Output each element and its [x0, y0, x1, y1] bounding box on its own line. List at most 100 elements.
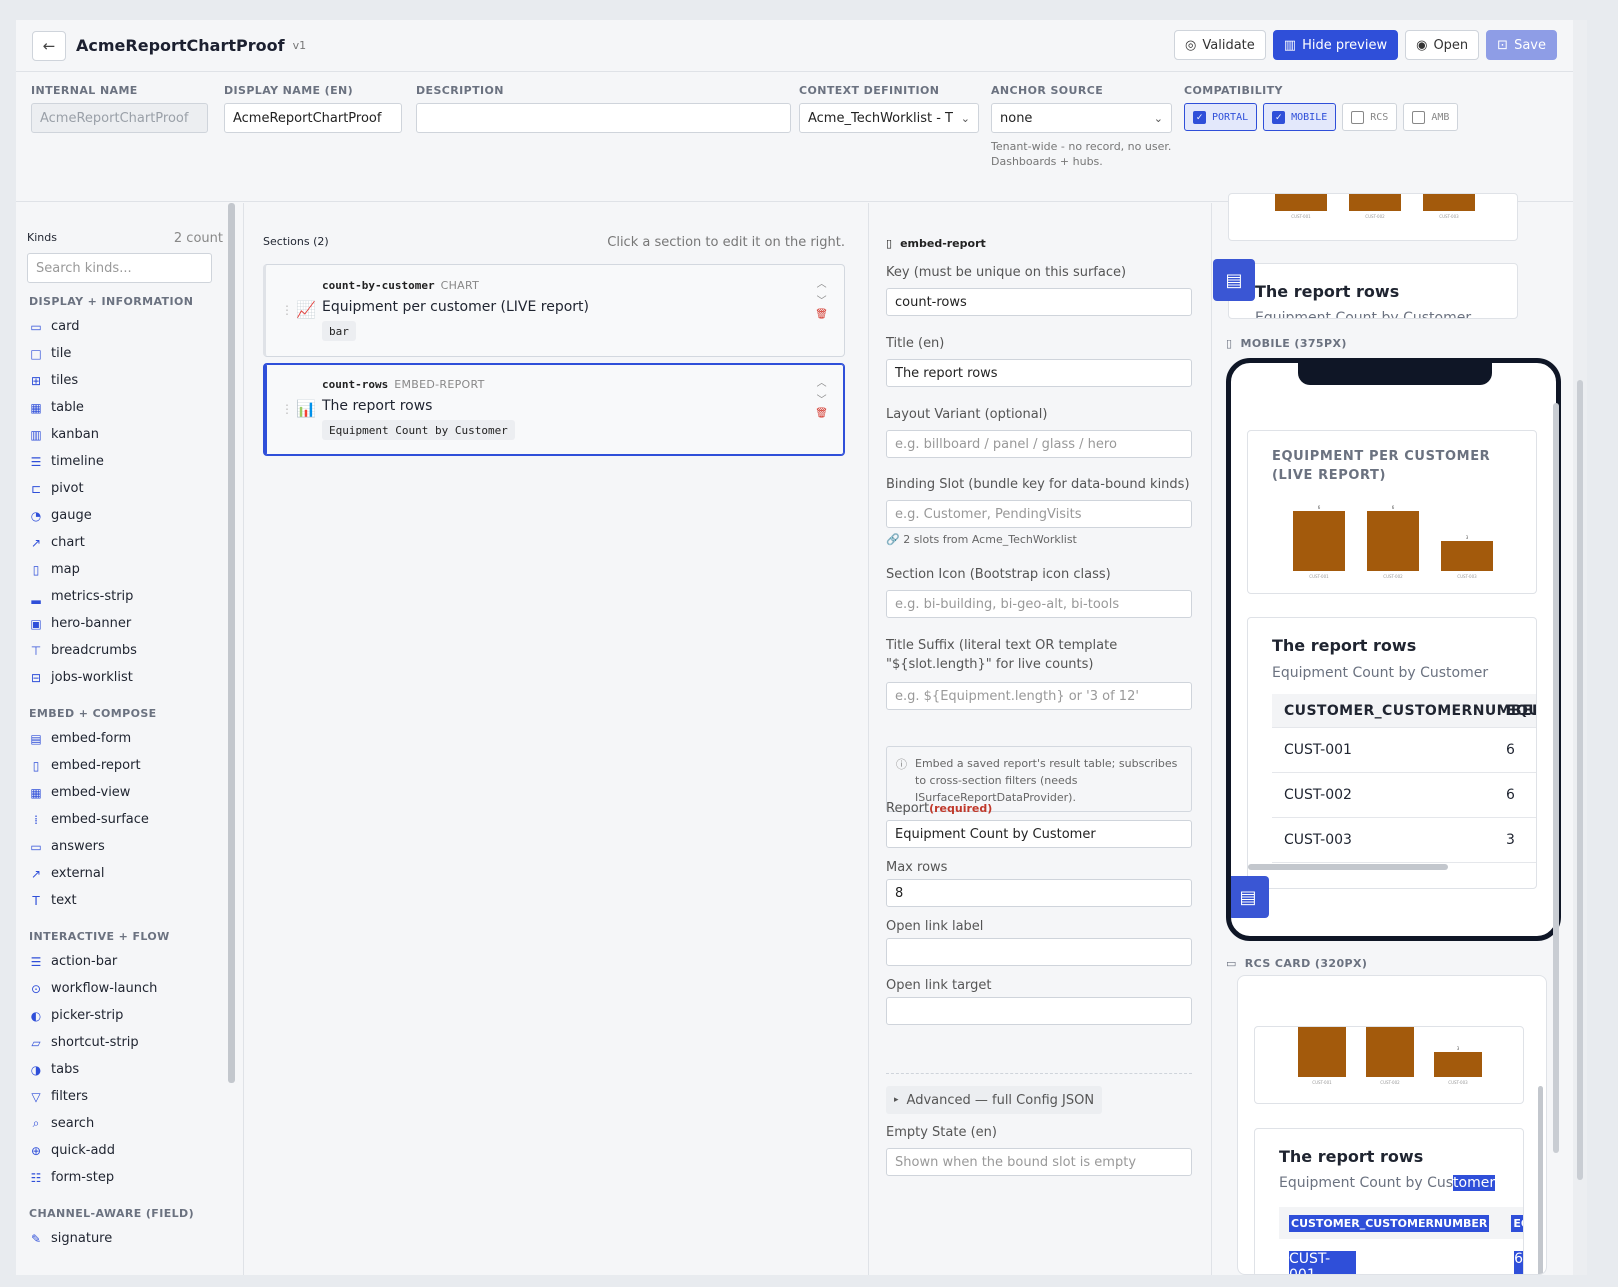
title-suffix-label: Title Suffix (literal text OR template "… [886, 638, 1118, 672]
section-card[interactable]: ⋮⋮ 📊 count-rows EMBED-REPORT The report r… [263, 363, 845, 456]
display-name-label: DISPLAY NAME (EN) [224, 84, 354, 97]
kind-item-table[interactable]: ▦ table [29, 394, 219, 421]
back-button[interactable]: ← [32, 30, 66, 61]
chevron-down-icon[interactable]: ﹀ [817, 391, 827, 406]
section-icon-input[interactable]: e.g. bi-building, bi-geo-alt, bi-tools [886, 590, 1192, 618]
image-icon: ▣ [30, 616, 42, 631]
title-input[interactable]: The report rows [886, 359, 1192, 387]
kind-item-embed-report[interactable]: ▯ embed-report [29, 752, 219, 779]
kind-item-embed-surface[interactable]: ⁞ embed-surface [29, 806, 219, 833]
kind-item-signature[interactable]: ✎ signature [29, 1225, 219, 1252]
kind-item-workflow-launch[interactable]: ⊙ workflow-launch [29, 975, 219, 1002]
binding-slot-input[interactable]: e.g. Customer, PendingVisits [886, 500, 1192, 528]
kind-item-action-bar[interactable]: ☰ action-bar [29, 948, 219, 975]
validate-button[interactable]: ◎ Validate [1174, 30, 1266, 60]
surface-editor: ← AcmeReportChartProof v1 ◎ Validate ▥ Hid… [16, 20, 1573, 1275]
chevron-up-icon[interactable]: ︿ [817, 374, 827, 389]
kind-item-tiles[interactable]: ⊞ tiles [29, 367, 219, 394]
chat-icon[interactable]: ▤ [1231, 876, 1269, 918]
open-link-target-input[interactable] [886, 997, 1192, 1025]
chevron-down-icon[interactable]: ﹀ [817, 292, 827, 307]
description-input[interactable] [416, 103, 791, 133]
kind-item-shortcut-strip[interactable]: ▱ shortcut-strip [29, 1029, 219, 1056]
kinds-search-input[interactable]: Search kinds... [27, 253, 212, 283]
kinds-group-header: EMBED + COMPOSE [29, 707, 157, 720]
empty-state-input[interactable]: Shown when the bound slot is empty [886, 1148, 1192, 1176]
max-rows-label: Max rows [886, 860, 948, 875]
title-suffix-input[interactable]: e.g. ${Equipment.length} or '3 of 12' [886, 682, 1192, 710]
kinds-palette: Kinds 2 count Search kinds... DISPLAY + … [16, 203, 244, 1275]
kind-item-chart[interactable]: ↗ chart [29, 529, 219, 556]
page-scrollbar[interactable] [1573, 20, 1587, 1275]
compat-rcs-checkbox[interactable]: RCS [1342, 103, 1398, 131]
checkbox-icon: ✓ [1193, 110, 1206, 124]
kinds-scrollbar[interactable] [228, 203, 235, 1083]
data-label: 6 [1392, 505, 1395, 510]
grid-dots-icon: ⁞ [34, 812, 38, 827]
kind-item-metrics-strip[interactable]: ▂ metrics-strip [29, 583, 219, 610]
report-subtitle: Equipment Count by Customer [1255, 310, 1472, 319]
table-row: CUST-001 6 [1289, 1251, 1523, 1274]
trash-icon[interactable]: 🗑 [815, 309, 828, 320]
kind-item-text[interactable]: Ttext [29, 887, 219, 914]
layout-variant-input[interactable]: e.g. billboard / panel / glass / hero [886, 430, 1192, 458]
card-icon: ▭ [30, 319, 42, 334]
kind-item-embed-form[interactable]: ▤ embed-form [29, 725, 219, 752]
advanced-json-toggle[interactable]: ▸ Advanced — full Config JSON [886, 1086, 1103, 1114]
compat-mobile-checkbox[interactable]: ✓ MOBILE [1263, 103, 1337, 131]
kind-item-tabs[interactable]: ◑ tabs [29, 1056, 219, 1083]
max-rows-input[interactable]: 8 [886, 879, 1192, 907]
rcs-scrollbar[interactable] [1538, 1086, 1543, 1274]
kind-item-breadcrumbs[interactable]: ⊤ breadcrumbs [29, 637, 219, 664]
report-input[interactable]: Equipment Count by Customer [886, 820, 1192, 848]
signpost-icon: ⊤ [30, 643, 42, 658]
kind-item-picker-strip[interactable]: ◐ picker-strip [29, 1002, 219, 1029]
kind-item-pivot[interactable]: ⊏ pivot [29, 475, 219, 502]
table-scrollbar[interactable] [1248, 864, 1448, 870]
hide-preview-button[interactable]: ▥ Hide preview [1272, 30, 1399, 60]
kind-item-kanban[interactable]: ▥ kanban [29, 421, 219, 448]
kind-item-search[interactable]: ⌕ search [29, 1110, 219, 1137]
kind-item-jobs-worklist[interactable]: ⊟ jobs-worklist [29, 664, 219, 691]
kind-item-embed-view[interactable]: ▦ embed-view [29, 779, 219, 806]
bar-CUST-001 [1293, 511, 1345, 571]
kind-item-card[interactable]: ▭ card [29, 313, 219, 340]
preview-scrollbar[interactable] [1553, 403, 1559, 1153]
kind-item-timeline[interactable]: ☰ timeline [29, 448, 219, 475]
portal-chart: CUST-0016CUST-0026CUST-0033 [1275, 194, 1475, 219]
kind-item-answers[interactable]: ▭ answers [29, 833, 219, 860]
kind-item-filters[interactable]: ▽ filters [29, 1083, 219, 1110]
kind-item-map[interactable]: ▯ map [29, 556, 219, 583]
pivot-icon: ⊏ [30, 481, 42, 496]
compat-amb-checkbox[interactable]: AMB [1403, 103, 1459, 131]
report-icon: 📊 [296, 399, 316, 418]
table-icon: ▦ [30, 785, 42, 800]
bar-CUST-001 [1275, 194, 1327, 211]
kind-item-external[interactable]: ↗ external [29, 860, 219, 887]
kind-item-hero-banner[interactable]: ▣ hero-banner [29, 610, 219, 637]
open-button[interactable]: ◉ Open [1405, 30, 1480, 60]
chevron-up-icon[interactable]: ︿ [817, 275, 827, 290]
briefcase-icon: ⊟ [30, 670, 42, 685]
tick-label: CUST-002 [1365, 214, 1385, 219]
key-input[interactable]: count-rows [886, 288, 1192, 316]
section-card[interactable]: ⋮⋮ 📈 count-by-customer CHART Equipment pe… [263, 264, 845, 357]
bar-CUST-002 [1349, 194, 1401, 211]
mobile-report-card: The report rows Equipment Count by Custo… [1247, 617, 1537, 889]
anchor-source-select[interactable]: none ⌄ [991, 103, 1172, 133]
chat-icon[interactable]: ▤ [1213, 259, 1255, 301]
context-definition-select[interactable]: Acme_TechWorklist - T ⌄ [799, 103, 979, 133]
trash-icon[interactable]: 🗑 [815, 408, 828, 419]
kind-item-form-step[interactable]: ☷ form-step [29, 1164, 219, 1191]
open-link-label-input[interactable] [886, 938, 1192, 966]
toggles-icon: ◐ [30, 1008, 42, 1023]
kind-item-tile[interactable]: □ tile [29, 340, 219, 367]
compat-portal-checkbox[interactable]: ✓ PORTAL [1184, 103, 1258, 131]
mobile-preview-label: ▯ MOBILE (375PX) [1226, 337, 1347, 350]
save-button[interactable]: ⊡ Save [1486, 30, 1557, 60]
kind-item-quick-add[interactable]: ⊕ quick-add [29, 1137, 219, 1164]
kind-item-gauge[interactable]: ◔ gauge [29, 502, 219, 529]
kinds-group-header: INTERACTIVE + FLOW [29, 930, 170, 943]
bar-chart-icon: ▂ [31, 589, 41, 604]
display-name-input[interactable]: AcmeReportChartProof [224, 103, 402, 133]
